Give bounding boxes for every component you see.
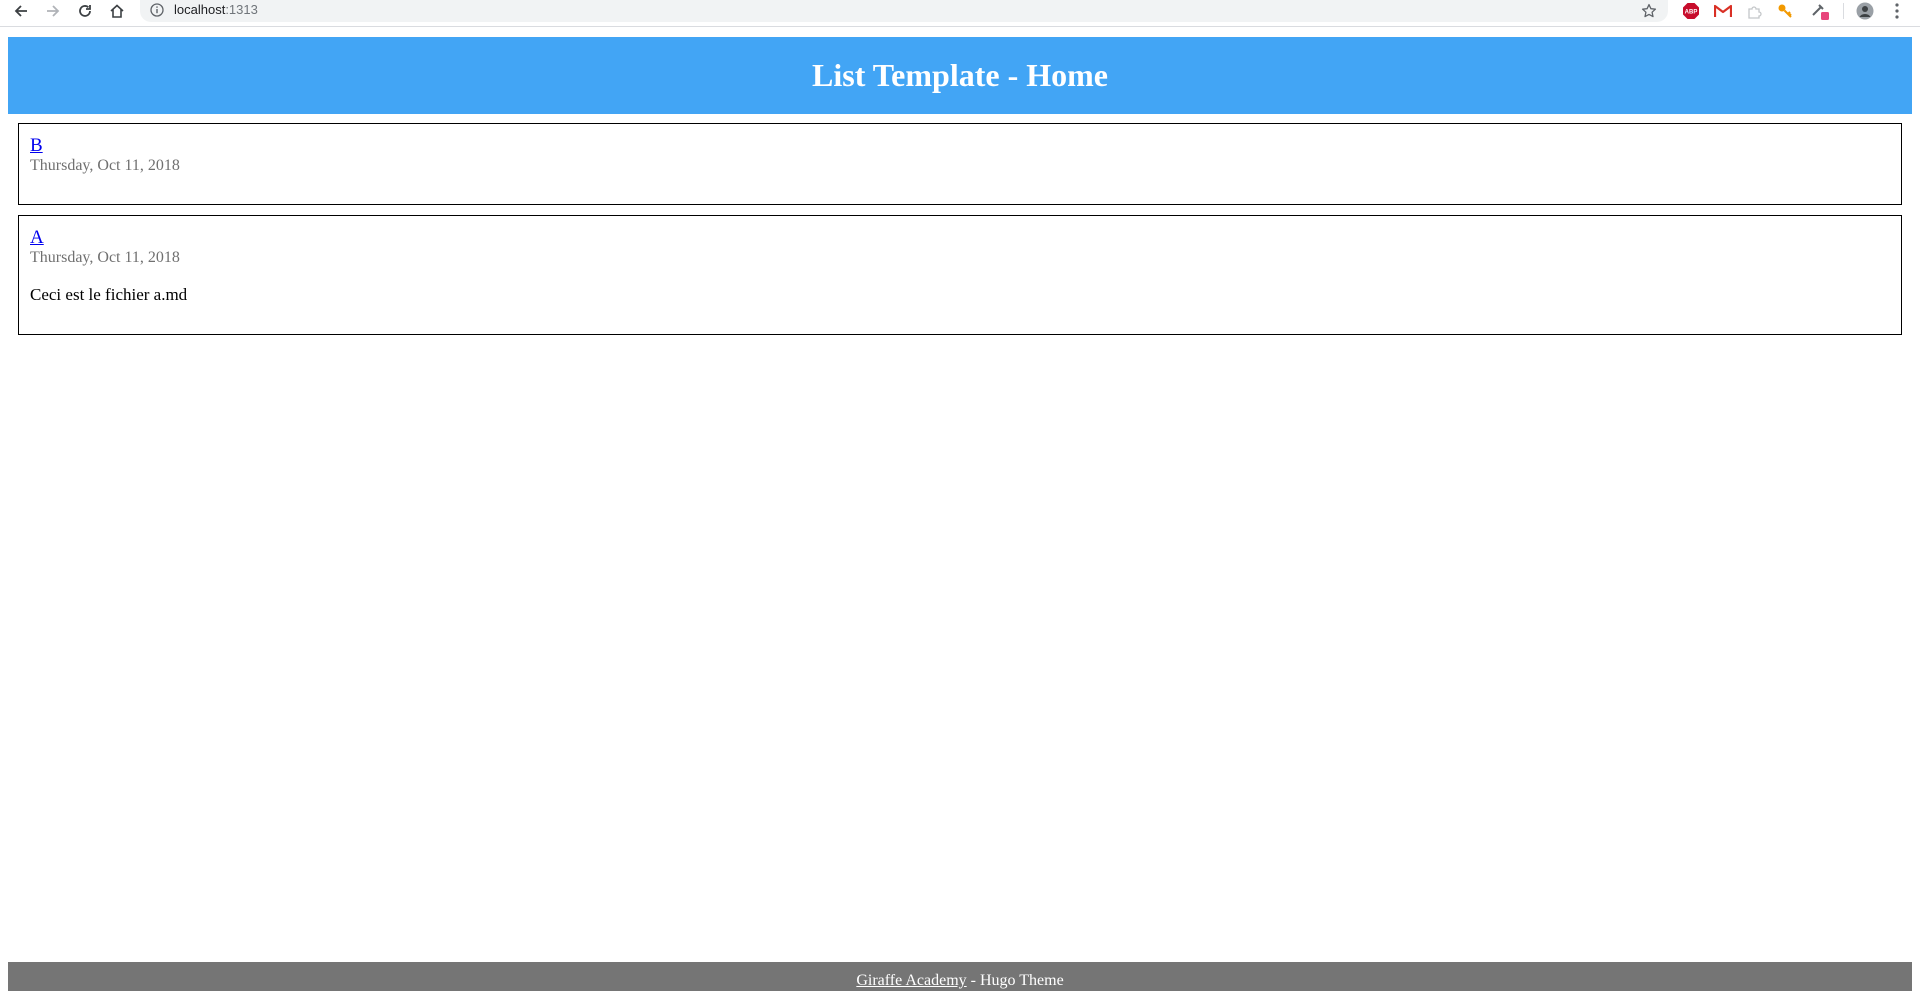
url-host: localhost <box>174 2 226 17</box>
post-card: A Thursday, Oct 11, 2018 Ceci est le fic… <box>18 215 1902 335</box>
puzzle-extension-icon[interactable] <box>1745 1 1765 21</box>
footer-suffix: - Hugo Theme <box>966 972 1064 989</box>
page-title: List Template - Home <box>812 57 1108 93</box>
back-arrow-icon[interactable] <box>8 0 34 22</box>
address-bar[interactable]: localhost:1313 <box>140 0 1668 22</box>
toolbar-divider <box>1843 3 1844 19</box>
browser-toolbar: localhost:1313 ABP <box>0 0 1920 27</box>
adblock-icon[interactable]: ABP <box>1681 1 1701 21</box>
post-title-link[interactable]: B <box>30 136 43 156</box>
post-title-link[interactable]: A <box>30 228 44 248</box>
footer-link-giraffe-academy[interactable]: Giraffe Academy <box>856 972 966 989</box>
site-footer: Giraffe Academy - Hugo Theme <box>8 962 1912 991</box>
home-icon[interactable] <box>104 0 130 22</box>
gmail-icon[interactable] <box>1713 1 1733 21</box>
post-summary: Ceci est le fichier a.md <box>30 285 188 304</box>
profile-avatar-icon[interactable] <box>1855 1 1875 21</box>
star-icon[interactable] <box>1640 2 1658 20</box>
site-header: List Template - Home <box>8 37 1912 114</box>
info-icon[interactable] <box>150 3 164 17</box>
url-text[interactable]: localhost:1313 <box>174 2 258 18</box>
reload-icon[interactable] <box>72 0 98 22</box>
key-icon[interactable] <box>1775 1 1795 21</box>
eyedropper-icon[interactable] <box>1810 1 1830 21</box>
forward-arrow-icon[interactable] <box>40 0 66 22</box>
post-date: Thursday, Oct 11, 2018 <box>30 157 180 174</box>
post-date: Thursday, Oct 11, 2018 <box>30 249 180 266</box>
adblock-label: ABP <box>1685 10 1698 16</box>
url-port: :1313 <box>225 2 258 17</box>
post-card: B Thursday, Oct 11, 2018 <box>18 123 1902 205</box>
kebab-menu-icon[interactable] <box>1887 1 1907 21</box>
